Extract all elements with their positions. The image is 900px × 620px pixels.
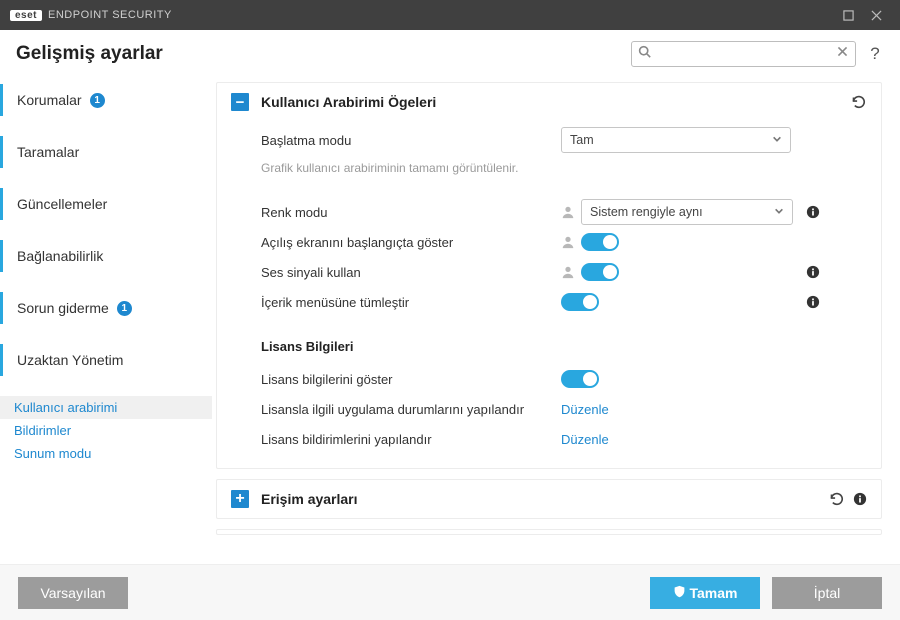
sidebar-badge: 1 <box>117 301 132 316</box>
label-configure-states: Lisansla ilgili uygulama durumlarını yap… <box>261 402 561 417</box>
select-start-mode[interactable]: Tam <box>561 127 791 153</box>
product-name: ENDPOINT SECURITY <box>48 9 172 21</box>
row-sound: Ses sinyali kullan <box>261 257 867 287</box>
sidebar-item-label: Korumalar <box>17 92 82 108</box>
chevron-down-icon <box>774 205 784 219</box>
label-configure-notifs: Lisans bildirimlerini yapılandır <box>261 432 561 447</box>
sidebar-item-connectivity[interactable]: Bağlanabilirlik <box>0 240 212 272</box>
label-sound: Ses sinyali kullan <box>261 265 561 280</box>
shield-icon <box>673 585 686 601</box>
collapse-icon[interactable]: − <box>231 93 249 111</box>
select-color-mode[interactable]: Sistem rengiyle aynı <box>581 199 793 225</box>
topbar: Gelişmiş ayarlar ? <box>0 30 900 78</box>
footer: Varsayılan Tamam İptal <box>0 564 900 620</box>
titlebar: eset ENDPOINT SECURITY <box>0 0 900 30</box>
revert-icon[interactable] <box>827 490 845 508</box>
row-start-mode: Başlatma modu Tam <box>261 125 867 155</box>
info-icon[interactable] <box>806 295 820 309</box>
sidebar-item-label: Bağlanabilirlik <box>17 248 103 264</box>
sidebar: Korumalar 1 Taramalar Güncellemeler Bağl… <box>0 78 212 564</box>
sidebar-badge: 1 <box>90 93 105 108</box>
sidebar-item-protections[interactable]: Korumalar 1 <box>0 84 212 116</box>
info-icon[interactable] <box>853 492 867 506</box>
panel-title: Kullanıcı Arabirimi Ögeleri <box>261 94 841 110</box>
user-icon <box>561 235 575 249</box>
panel-stub <box>216 529 882 535</box>
sidebar-item-label: Uzaktan Yönetim <box>17 352 123 368</box>
sidebar-item-label: Taramalar <box>17 144 79 160</box>
row-color-mode: Renk modu Sistem rengiyle aynı <box>261 197 867 227</box>
cancel-button[interactable]: İptal <box>772 577 882 609</box>
desc-start-mode: Grafik kullanıcı arabiriminin tamamı gör… <box>261 161 867 175</box>
sidebar-item-label: Güncellemeler <box>17 196 107 212</box>
sidebar-item-scans[interactable]: Taramalar <box>0 136 212 168</box>
sidebar-item-remote[interactable]: Uzaktan Yönetim <box>0 344 212 376</box>
sidebar-sub-presentation[interactable]: Sunum modu <box>0 442 212 465</box>
toggle-splash[interactable] <box>581 233 619 251</box>
panel-access: + Erişim ayarları <box>216 479 882 519</box>
user-icon <box>561 265 575 279</box>
info-icon[interactable] <box>806 205 820 219</box>
label-context: İçerik menüsüne tümleştir <box>261 295 561 310</box>
select-value: Sistem rengiyle aynı <box>590 205 703 219</box>
sidebar-item-troubleshooting[interactable]: Sorun giderme 1 <box>0 292 212 324</box>
panel-ui-elements: − Kullanıcı Arabirimi Ögeleri Başlatma m… <box>216 82 882 469</box>
label-show-license: Lisans bilgilerini göster <box>261 372 561 387</box>
label-start-mode: Başlatma modu <box>261 133 561 148</box>
ok-label: Tamam <box>690 585 738 601</box>
search-input[interactable] <box>651 47 836 61</box>
defaults-button[interactable]: Varsayılan <box>18 577 128 609</box>
brand-badge: eset <box>10 10 42 21</box>
row-show-license: Lisans bilgilerini göster <box>261 364 867 394</box>
label-splash: Açılış ekranını başlangıçta göster <box>261 235 561 250</box>
search-box[interactable] <box>631 41 856 67</box>
link-configure-states[interactable]: Düzenle <box>561 402 609 417</box>
toggle-show-license[interactable] <box>561 370 599 388</box>
sidebar-item-label: Sorun giderme <box>17 300 109 316</box>
page-title: Gelişmiş ayarlar <box>16 43 163 65</box>
row-configure-states: Lisansla ilgili uygulama durumlarını yap… <box>261 394 867 424</box>
revert-icon[interactable] <box>849 93 867 111</box>
ok-button[interactable]: Tamam <box>650 577 760 609</box>
window-close-icon[interactable] <box>862 0 890 30</box>
row-context: İçerik menüsüne tümleştir <box>261 287 867 317</box>
help-button[interactable]: ? <box>866 44 884 64</box>
toggle-sound[interactable] <box>581 263 619 281</box>
row-configure-notifs: Lisans bildirimlerini yapılandır Düzenle <box>261 424 867 454</box>
sidebar-sub-ui[interactable]: Kullanıcı arabirimi <box>0 396 212 419</box>
search-icon <box>638 45 651 63</box>
chevron-down-icon <box>772 133 782 147</box>
select-value: Tam <box>570 133 594 147</box>
sidebar-sub-notifications[interactable]: Bildirimler <box>0 419 212 442</box>
panel-title: Erişim ayarları <box>261 491 819 507</box>
user-icon <box>561 205 575 219</box>
sidebar-item-updates[interactable]: Güncellemeler <box>0 188 212 220</box>
clear-search-icon[interactable] <box>836 45 849 63</box>
heading-license: Lisans Bilgileri <box>261 339 867 354</box>
row-splash: Açılış ekranını başlangıçta göster <box>261 227 867 257</box>
info-icon[interactable] <box>806 265 820 279</box>
expand-icon[interactable]: + <box>231 490 249 508</box>
toggle-context[interactable] <box>561 293 599 311</box>
main-content: − Kullanıcı Arabirimi Ögeleri Başlatma m… <box>212 78 900 564</box>
link-configure-notifs[interactable]: Düzenle <box>561 432 609 447</box>
label-color-mode: Renk modu <box>261 205 561 220</box>
window-maximize-icon[interactable] <box>834 0 862 30</box>
